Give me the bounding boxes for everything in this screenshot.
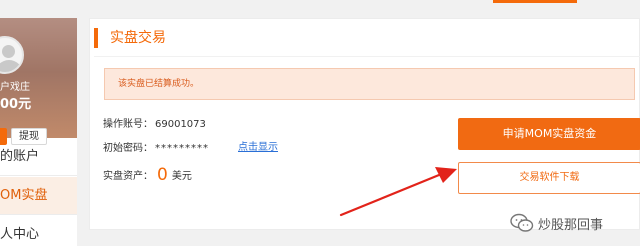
show-password-link[interactable]: 点击显示 [238, 138, 278, 153]
account-row: 操作账号： 69001073 [103, 115, 206, 130]
account-balance: 00元 [0, 97, 32, 112]
top-tab-indicator [493, 0, 577, 3]
profile-card: 户戏庄 00元 提现 [0, 18, 77, 145]
title-accent-bar [94, 28, 98, 48]
user-name: 户戏庄 [0, 82, 30, 93]
assets-label: 实盘资产： [103, 171, 153, 182]
account-value: 69001073 [155, 119, 206, 130]
password-label: 初始密码： [103, 143, 153, 154]
watermark-text: 炒股那回事 [538, 217, 604, 233]
avatar-head-icon [2, 45, 15, 58]
wechat-icon [510, 213, 534, 232]
avatar-body-icon [0, 60, 22, 72]
assets-unit: 美元 [171, 171, 192, 182]
password-row: 初始密码： ********* [103, 139, 209, 154]
sidebar-item-account[interactable]: 的账户 [0, 138, 77, 176]
apply-mom-funds-button[interactable]: 申请MOM实盘资金 [458, 118, 640, 150]
title-divider [94, 56, 640, 57]
software-download-button[interactable]: 交易软件下载 [458, 162, 640, 194]
account-label: 操作账号： [103, 119, 153, 130]
watermark: 炒股那回事 [510, 205, 640, 241]
trade-panel: 实盘交易 该实盘已结算成功。 操作账号： 69001073 初始密码： ******… [89, 18, 640, 230]
page-title: 实盘交易 [110, 30, 166, 46]
sidebar-item-center[interactable]: 人中心 [0, 216, 77, 246]
status-alert: 该实盘已结算成功。 [104, 68, 635, 100]
assets-value: 0 [157, 165, 168, 185]
password-value: ********* [155, 143, 209, 154]
sidebar-item-mom[interactable]: OM实盘 [0, 177, 77, 215]
avatar[interactable] [0, 36, 24, 74]
assets-row: 实盘资产： 0 美元 [103, 164, 192, 185]
sidebar: 户戏庄 00元 提现 的账户 OM实盘 人中心 [0, 18, 77, 246]
